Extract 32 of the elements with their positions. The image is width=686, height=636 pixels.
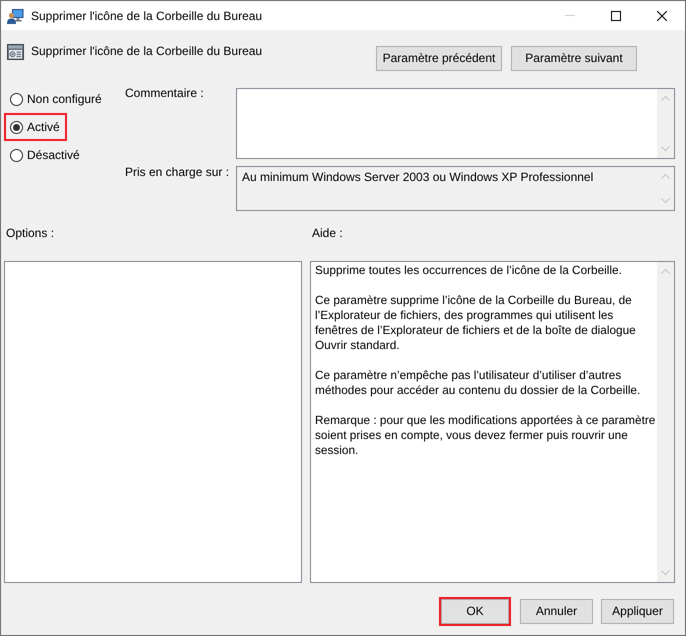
window-title: Supprimer l'icône de la Corbeille du Bureau	[31, 8, 262, 24]
help-paragraph: Supprime toutes les occurrences de l’icône de la Corbeille.	[315, 263, 623, 278]
dialog-button[interactable]: OK	[441, 599, 509, 624]
dialog-button[interactable]: Paramètre suivant	[511, 46, 637, 71]
help-paragraph: Remarque : pour que les modifications apportées à ce paramètre soient prises en compte, vous devez fermer puis rouvrir une session.	[315, 413, 656, 458]
scrollbar[interactable]	[657, 262, 674, 582]
dialog-button[interactable]: Appliquer	[601, 599, 674, 624]
help-paragraph: Ce paramètre supprime l’icône de la Corbeille du Bureau, de l’Explorateur de fichiers, des programmes qui utilisent les fenêtres de l’Explorateur de fichiers et de la boîte de dialogue Ouvrir standard.	[315, 293, 637, 353]
chevron-up-icon	[661, 96, 670, 101]
policy-title: Supprimer l'icône de la Corbeille du Bureau	[31, 43, 262, 59]
field-label: Pris en charge sur :	[125, 165, 230, 180]
chevron-down-icon	[661, 570, 670, 575]
computer-user-icon	[7, 8, 24, 24]
chevron-down-icon	[661, 146, 670, 151]
radio-option[interactable]: Désactivé	[10, 148, 80, 162]
chevron-up-icon	[661, 174, 670, 179]
dialog-button[interactable]: Annuler	[520, 599, 593, 624]
maximize-icon	[611, 10, 621, 20]
radio-option[interactable]: Activé	[10, 120, 60, 134]
close-icon	[657, 10, 667, 20]
chevron-up-icon	[661, 269, 670, 274]
field-label: Commentaire :	[125, 86, 205, 101]
comment-field[interactable]	[236, 88, 675, 159]
chevron-down-icon	[661, 198, 670, 203]
help-paragraph: Ce paramètre n’empêche pas l’utilisateur d’utiliser d’autres méthodes pour accéder au contenu du dossier de la Corbeille.	[315, 368, 642, 398]
settings-window-icon	[7, 44, 24, 60]
radio-option[interactable]: Non configuré	[10, 92, 102, 106]
scrollbar[interactable]	[657, 89, 674, 158]
supported-platforms-text: Au minimum Windows Server 2003 ou Windows XP Professionnel	[241, 169, 594, 186]
dialog-button[interactable]: Paramètre précédent	[376, 46, 502, 71]
section-label: Aide :	[311, 226, 343, 240]
section-label: Options :	[6, 226, 54, 240]
